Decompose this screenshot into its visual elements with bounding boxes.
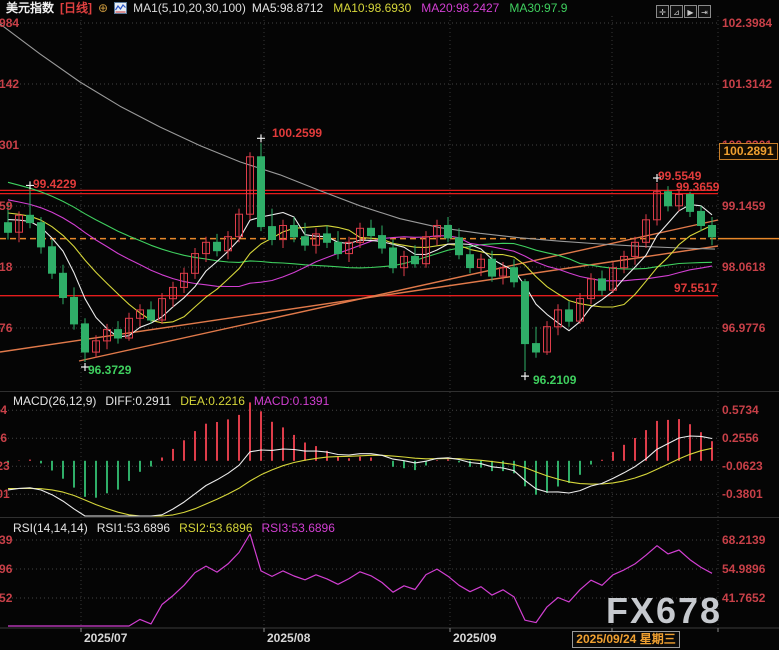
left-axis-clipped-label: 41.7652	[0, 591, 7, 605]
symbol-title: 美元指数	[6, 0, 54, 16]
left-axis-clipped-label: 99.1459	[0, 199, 7, 213]
macd-header: MACD(26,12,9) DIFF:0.2911 DEA:0.2216 MAC…	[13, 394, 329, 408]
ma-value-label: MA5:98.8712	[252, 1, 323, 15]
left-axis-clipped-label: 96.9776	[0, 321, 7, 335]
date-axis-label: 2025/08	[267, 631, 310, 645]
chart-toolbar: ✛⊿▶⇥	[656, 5, 711, 18]
price-axis-label: 99.1459	[722, 199, 765, 213]
rsi1-value: RSI1:53.6896	[97, 521, 170, 535]
left-axis-clipped-label: 0.2556	[0, 431, 7, 445]
ma-settings-label: MA1(5,10,20,30,100)	[133, 1, 246, 15]
ma-value-label: MA30:97.9	[509, 1, 567, 15]
add-panel-icon[interactable]: ⊿	[670, 5, 683, 18]
price-annotation: 96.2109	[533, 373, 576, 387]
left-axis-clipped-label: 98.0618	[0, 260, 7, 274]
period-label: [日线]	[60, 0, 92, 16]
left-axis-clipped-label: -0.0623	[0, 459, 7, 473]
price-annotation: 96.3729	[88, 363, 131, 377]
current-price-box: 100.2891	[719, 143, 778, 160]
current-date-label: 2025/09/24 星期三	[572, 631, 680, 648]
price-axis-label: 98.0618	[722, 260, 765, 274]
chart-canvas[interactable]	[0, 0, 779, 650]
macd-macd-value: MACD:0.1391	[254, 394, 329, 408]
date-axis-label: 2025/07	[84, 631, 127, 645]
play-icon[interactable]: ▶	[684, 5, 697, 18]
chart-window: 美元指数 [日线] ⊕ MA1(5,10,20,30,100) MA5:98.8…	[0, 0, 779, 650]
ma-value-label: MA10:98.6930	[333, 1, 411, 15]
macd-axis-label: 0.5734	[722, 403, 759, 417]
mini-chart-icon[interactable]	[114, 2, 127, 14]
rsi-axis-label: 41.7652	[722, 591, 765, 605]
rsi-header: RSI(14,14,14) RSI1:53.6896 RSI2:53.6896 …	[13, 521, 335, 535]
price-annotation: 99.4229	[33, 177, 76, 191]
left-axis-clipped-label: 68.2139	[0, 533, 7, 547]
left-axis-clipped-label: 101.3142	[0, 77, 7, 91]
exit-icon[interactable]: ⇥	[698, 5, 711, 18]
left-axis-clipped-label: 54.9896	[0, 562, 7, 576]
left-axis-clipped-label: 0.5734	[0, 403, 7, 417]
macd-dea-value: DEA:0.2216	[180, 394, 245, 408]
left-axis-clipped-label: -0.3801	[0, 487, 7, 501]
price-annotation: 97.5517	[674, 281, 717, 295]
macd-title: MACD(26,12,9)	[13, 394, 96, 408]
pan-icon[interactable]: ✛	[656, 5, 669, 18]
macd-axis-label: -0.0623	[722, 459, 763, 473]
ma-value-label: MA20:98.2427	[421, 1, 499, 15]
rsi3-value: RSI3:53.6896	[262, 521, 335, 535]
chart-header: 美元指数 [日线] ⊕ MA1(5,10,20,30,100) MA5:98.8…	[6, 0, 567, 15]
rsi-title: RSI(14,14,14)	[13, 521, 88, 535]
price-axis-label: 96.9776	[722, 321, 765, 335]
price-axis-label: 101.3142	[722, 77, 772, 91]
ma-values: MA5:98.8712 MA10:98.6930 MA20:98.2427 MA30:…	[252, 1, 568, 15]
crosshair-icon[interactable]: ⊕	[98, 1, 108, 15]
watermark: FX678	[606, 590, 722, 632]
rsi-axis-label: 54.9896	[722, 562, 765, 576]
rsi-axis-label: 68.2139	[722, 533, 765, 547]
price-annotation: 99.3659	[676, 180, 719, 194]
rsi2-value: RSI2:53.6896	[179, 521, 252, 535]
price-axis-label: 102.3984	[722, 16, 772, 30]
price-annotation: 100.2599	[272, 126, 322, 140]
date-axis-label: 2025/09	[453, 631, 496, 645]
macd-axis-label: -0.3801	[722, 487, 763, 501]
left-axis-clipped-label: 102.3984	[0, 16, 7, 30]
macd-diff-value: DIFF:0.2911	[105, 394, 171, 408]
left-axis-clipped-label: 100.2301	[0, 138, 7, 152]
macd-axis-label: 0.2556	[722, 431, 759, 445]
